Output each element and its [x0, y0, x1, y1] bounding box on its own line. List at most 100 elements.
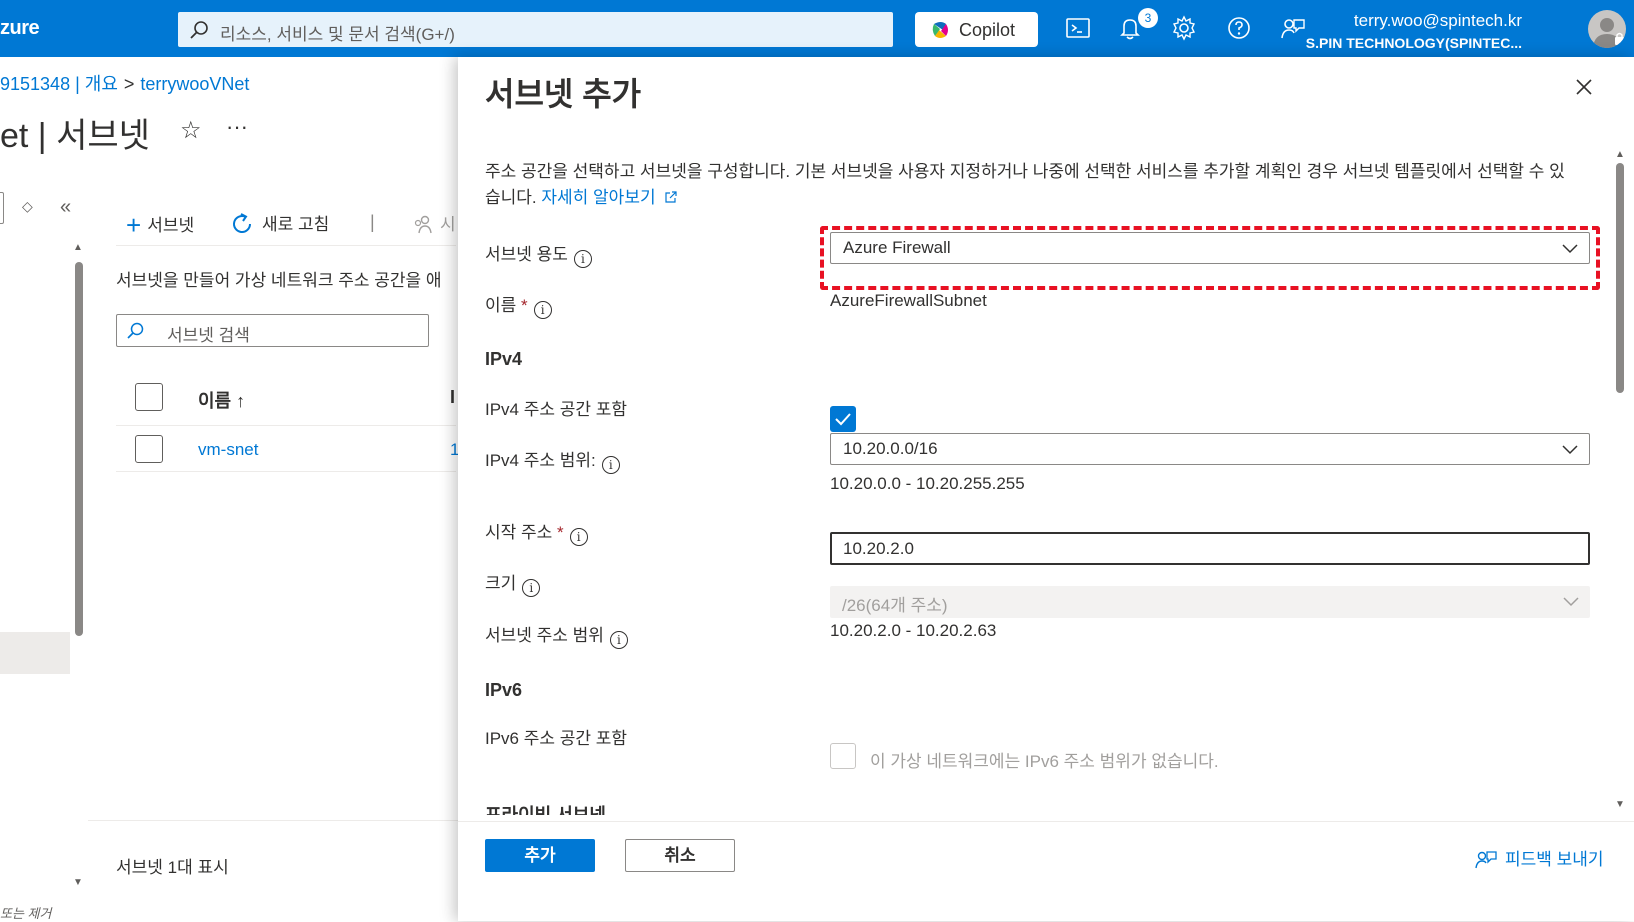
subnet-count-text: 서브넷 1대 표시 [116, 858, 229, 877]
sort-updown-icon[interactable]: ◇ [22, 198, 33, 215]
scroll-up-arrow[interactable]: ▲ [73, 242, 83, 253]
info-icon[interactable]: i [601, 456, 620, 474]
info-icon[interactable]: i [609, 631, 628, 649]
private-subnet-heading: 프라이빗 서브넷 [485, 805, 685, 815]
add-subnet-label: 서브넷 [147, 216, 195, 235]
size-dropdown[interactable]: /26(64개 주소) [830, 586, 1590, 618]
subnet-purpose-label-text: 서브넷 용도 [485, 245, 568, 264]
blade-description: 서브넷을 만들어 가상 네트워크 주소 공간을 애 [116, 271, 442, 290]
user-email[interactable]: terry.woo@spintech.kr [1354, 11, 1522, 31]
private-subnet-heading-text: 프라이빗 서브넷 [485, 805, 606, 815]
start-address-value: 10.20.2.0 [843, 539, 914, 558]
refresh-command[interactable]: 새로 고침 [230, 210, 329, 236]
plus-icon: + [126, 210, 142, 240]
select-all-checkbox[interactable] [135, 383, 163, 411]
footer-divider [88, 820, 458, 821]
info-icon[interactable]: i [522, 579, 541, 597]
page-title: et | 서브넷 [0, 117, 150, 155]
command-divider: | [370, 212, 375, 232]
refresh-label: 새로 고침 [262, 215, 330, 234]
size-value: /26(64개 주소) [842, 596, 948, 615]
table-row-name-link[interactable]: vm-snet [198, 440, 258, 460]
ipv6-include-checkbox[interactable] [830, 743, 856, 769]
help-icon[interactable] [1225, 14, 1253, 42]
panel-description: 주소 공간을 선택하고 서브넷을 구성합니다. 기본 서브넷을 사용자 지정하거… [485, 159, 1565, 211]
ipv4-range-span: 10.20.0.0 - 10.20.255.255 [830, 474, 1025, 493]
start-address-input[interactable]: 10.20.2.0 [830, 532, 1590, 565]
info-icon[interactable]: i [533, 301, 552, 319]
subnet-purpose-dropdown[interactable]: Azure Firewall [830, 232, 1590, 264]
more-options-icon[interactable]: ··· [226, 114, 248, 140]
add-button[interactable]: 추가 [485, 839, 595, 872]
start-address-label-text: 시작 주소 [485, 523, 553, 542]
search-placeholder: 리소스, 서비스 및 문서 검색(G+/) [220, 25, 455, 44]
ipv4-range-label-text: IPv4 주소 범위: [485, 451, 596, 470]
ipv4-include-label: IPv4 주소 공간 포함 [485, 400, 628, 419]
breadcrumb: 9151348 | 개요 > terrywooVNet [0, 70, 249, 96]
send-feedback-link[interactable]: 피드백 보내기 [1475, 845, 1604, 870]
row-checkbox[interactable] [135, 435, 163, 463]
chevron-down-icon [1562, 244, 1578, 254]
cloud-shell-icon[interactable] [1064, 14, 1092, 42]
ipv6-note: 이 가상 네트워크에는 IPv6 주소 범위가 없습니다. [870, 752, 1219, 771]
global-search-input[interactable]: 리소스, 서비스 및 문서 검색(G+/) [178, 12, 893, 47]
command-bar-divider [116, 245, 456, 246]
nav-selected-item[interactable] [0, 632, 70, 674]
column-header-name[interactable]: 이름 ↑ [198, 387, 245, 413]
subnet-range-label: 서브넷 주소 범위 i [485, 621, 628, 649]
nav-footer-text: 또는 제거 [0, 906, 52, 921]
send-feedback-label: 피드백 보내기 [1505, 850, 1604, 869]
start-address-label: 시작 주소 * i [485, 518, 588, 546]
copilot-button[interactable]: Copilot [915, 12, 1038, 47]
subnet-range-value: 10.20.2.0 - 10.20.2.63 [830, 621, 997, 640]
checkmark-icon [835, 413, 851, 426]
info-icon[interactable]: i [573, 250, 592, 268]
add-subnet-command[interactable]: + 서브넷 [126, 210, 194, 241]
subnet-purpose-label: 서브넷 용도 i [485, 240, 592, 268]
panel-scrollbar[interactable] [1616, 163, 1624, 393]
name-value: AzureFirewallSubnet [830, 291, 987, 310]
learn-more-link[interactable]: 자세히 알아보기 [541, 188, 678, 207]
panel-scroll-down-arrow[interactable]: ▼ [1615, 799, 1625, 810]
avatar[interactable] [1588, 10, 1626, 48]
column-header-ip[interactable]: I [450, 387, 455, 408]
breadcrumb-item-vnet[interactable]: terrywooVNet [140, 74, 249, 94]
ipv4-include-checkbox[interactable] [830, 406, 856, 432]
search-icon [127, 322, 144, 339]
users-command[interactable]: 시 [412, 210, 456, 235]
panel-scroll-up-arrow[interactable]: ▲ [1615, 149, 1625, 160]
breadcrumb-item-overview[interactable]: 9151348 | 개요 [0, 74, 118, 94]
external-link-icon [665, 191, 677, 203]
name-label-text: 이름 [485, 296, 517, 315]
copilot-icon [932, 22, 948, 38]
subnet-search-input[interactable]: 서브넷 검색 [116, 314, 429, 347]
feedback-icon[interactable] [1279, 14, 1307, 42]
ipv4-range-dropdown[interactable]: 10.20.0.0/16 [830, 433, 1590, 465]
collapse-nav-icon[interactable]: « [60, 196, 71, 219]
nav-search-input[interactable] [0, 192, 4, 224]
close-icon[interactable] [1572, 75, 1596, 99]
person-icon [1593, 18, 1624, 48]
info-icon[interactable]: i [569, 528, 588, 546]
scroll-down-arrow[interactable]: ▼ [73, 877, 83, 888]
table-divider [116, 425, 456, 426]
ipv4-range-label: IPv4 주소 범위: i [485, 446, 620, 474]
gear-icon[interactable] [1170, 14, 1198, 42]
size-label-text: 크기 [485, 574, 517, 593]
learn-more-label: 자세히 알아보기 [541, 188, 656, 207]
chevron-down-icon [1563, 597, 1579, 607]
search-icon [190, 21, 208, 39]
favorite-star-icon[interactable]: ☆ [180, 116, 202, 145]
ipv4-range-value: 10.20.0.0/16 [843, 439, 938, 458]
azure-brand[interactable]: zure [0, 17, 40, 40]
user-tenant[interactable]: S.PIN TECHNOLOGY(SPINTEC... [1306, 35, 1522, 51]
required-marker: * [521, 296, 528, 315]
notification-badge: 3 [1138, 8, 1158, 28]
subnet-range-label-text: 서브넷 주소 범위 [485, 626, 604, 645]
table-divider [116, 471, 456, 472]
users-icon [414, 215, 432, 234]
ipv6-section-heading: IPv6 [485, 680, 523, 700]
left-scrollbar[interactable] [75, 262, 83, 636]
cancel-button[interactable]: 취소 [625, 839, 735, 872]
required-marker: * [557, 523, 564, 542]
